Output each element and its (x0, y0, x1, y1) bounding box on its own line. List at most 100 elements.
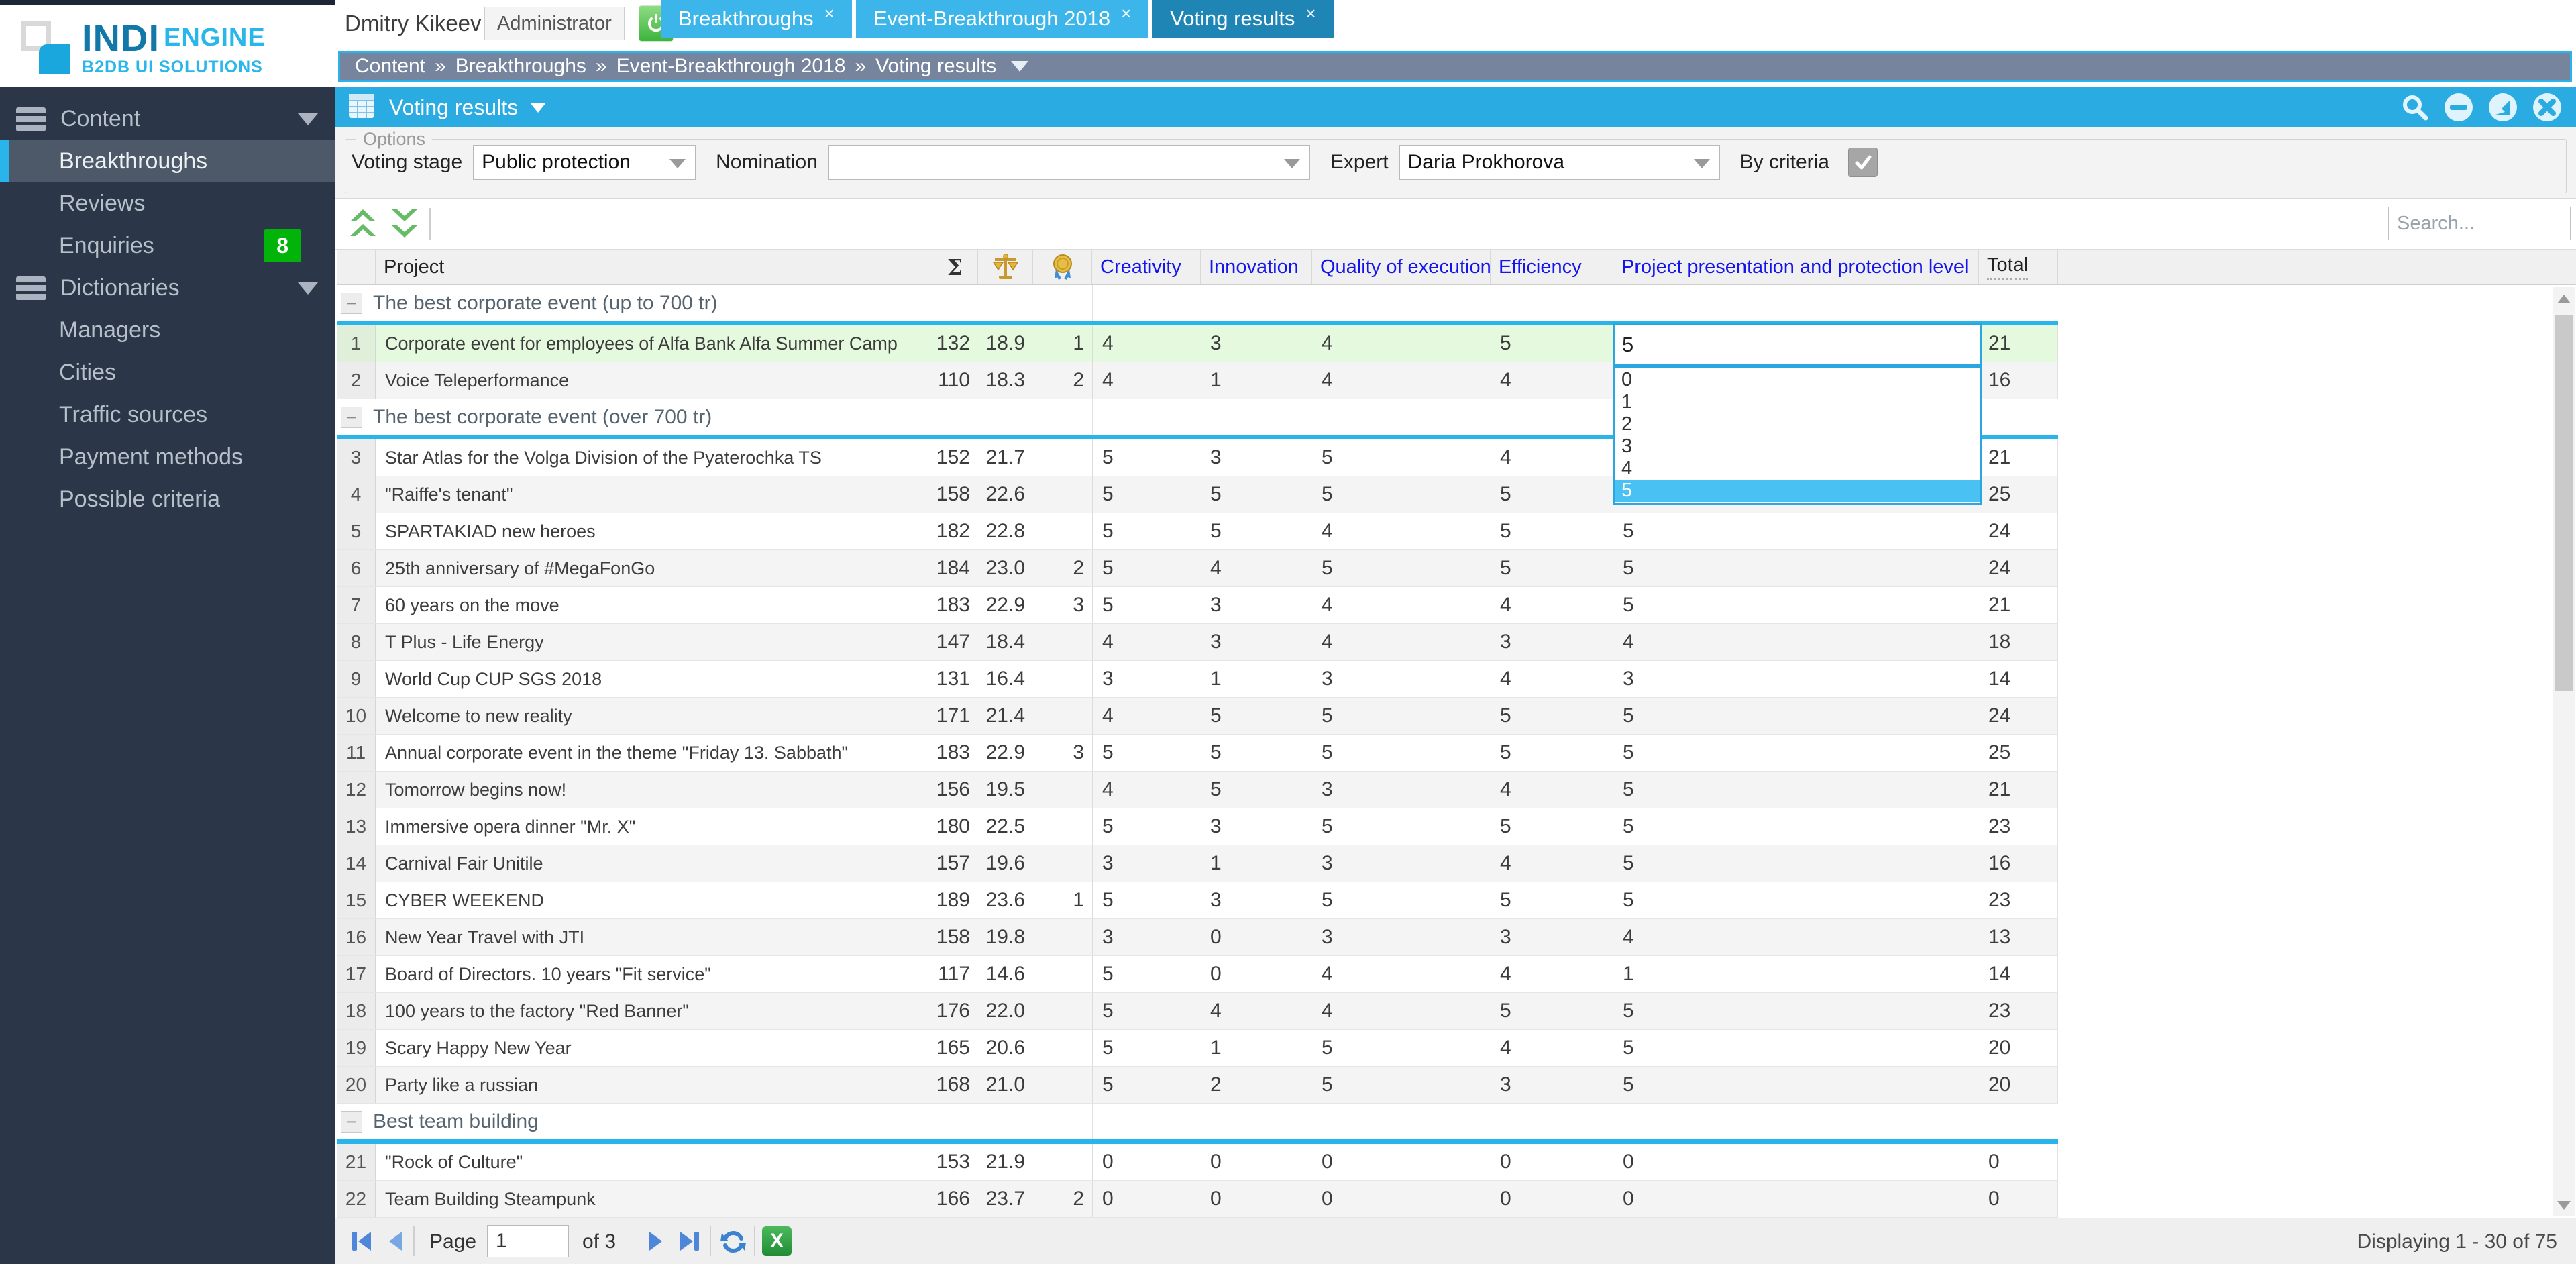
table-row[interactable]: 5 SPARTAKIAD new heroes 182 22.8 5 5 4 5 5 24 (337, 513, 2058, 550)
table-row[interactable]: 11 Annual corporate event in the theme "F… (337, 735, 2058, 772)
score-cell-efficiency[interactable]: 5 (1491, 550, 1613, 586)
sidebar-item-reviews[interactable]: Reviews (0, 182, 335, 225)
breadcrumb-item[interactable]: Breakthroughs (455, 55, 586, 78)
score-cell-quality[interactable]: 5 (1312, 439, 1491, 476)
score-cell-presentation[interactable]: 5 (1613, 882, 1979, 918)
sidebar-item-cities[interactable]: Cities (0, 352, 335, 394)
scroll-up-icon[interactable] (2553, 287, 2575, 310)
score-cell-creativity[interactable]: 5 (1092, 993, 1201, 1029)
table-row[interactable]: 17 Board of Directors. 10 years "Fit serv… (337, 956, 2058, 993)
score-cell-efficiency[interactable]: 5 (1491, 993, 1613, 1029)
search-input[interactable] (2388, 207, 2571, 240)
score-cell-quality[interactable]: 4 (1312, 993, 1491, 1029)
dropdown-option[interactable]: 3 (1615, 435, 1980, 458)
score-cell-creativity[interactable]: 5 (1092, 1067, 1201, 1103)
close-tab-icon[interactable]: × (1305, 5, 1316, 22)
score-cell-efficiency[interactable]: 4 (1491, 845, 1613, 882)
close-tab-icon[interactable]: × (1121, 5, 1131, 22)
score-cell-innovation[interactable]: 3 (1201, 624, 1312, 660)
score-cell-innovation[interactable]: 1 (1201, 362, 1312, 399)
sidebar-item-content[interactable]: Content (0, 98, 335, 140)
vertical-scrollbar[interactable] (2553, 287, 2575, 1216)
score-editor-input[interactable] (1613, 323, 1982, 366)
score-cell-efficiency[interactable]: 5 (1491, 882, 1613, 918)
score-cell-innovation[interactable]: 3 (1201, 439, 1312, 476)
score-cell-creativity[interactable]: 3 (1092, 661, 1201, 697)
score-cell-efficiency[interactable]: 3 (1491, 919, 1613, 955)
score-cell-quality[interactable]: 5 (1312, 735, 1491, 771)
score-cell-creativity[interactable]: 5 (1092, 735, 1201, 771)
dropdown-option[interactable]: 1 (1615, 391, 1980, 413)
tab-event-breakthrough-2018[interactable]: Event-Breakthrough 2018 × (855, 0, 1149, 38)
score-cell-efficiency[interactable]: 5 (1491, 476, 1613, 513)
score-cell-quality[interactable]: 3 (1312, 772, 1491, 808)
score-cell-efficiency[interactable]: 5 (1491, 808, 1613, 845)
weight-header[interactable] (978, 250, 1033, 284)
score-cell-presentation[interactable]: 5 (1613, 808, 1979, 845)
score-cell-quality[interactable]: 5 (1312, 698, 1491, 734)
score-cell-quality[interactable]: 5 (1312, 882, 1491, 918)
table-row[interactable]: 21 "Rock of Culture" 153 21.9 0 0 0 0 0 0 (337, 1144, 2058, 1181)
score-cell-innovation[interactable]: 3 (1201, 808, 1312, 845)
score-cell-presentation[interactable]: 5 (1613, 513, 1979, 549)
score-cell-innovation[interactable]: 5 (1201, 735, 1312, 771)
score-cell-innovation[interactable]: 4 (1201, 993, 1312, 1029)
score-cell-innovation[interactable]: 3 (1201, 587, 1312, 623)
criteria-header-quality[interactable]: Quality of execution (1312, 250, 1491, 284)
table-row[interactable]: 15 CYBER WEEKEND 189 23.6 1 5 3 5 5 5 23 (337, 882, 2058, 919)
sidebar-item-payment-methods[interactable]: Payment methods (0, 436, 335, 478)
score-cell-innovation[interactable]: 3 (1201, 882, 1312, 918)
score-cell-presentation[interactable]: 5 (1613, 735, 1979, 771)
score-cell-efficiency[interactable]: 4 (1491, 587, 1613, 623)
breadcrumb-item[interactable]: Event-Breakthrough 2018 (616, 55, 846, 78)
score-cell-innovation[interactable]: 0 (1201, 956, 1312, 992)
medal-header[interactable] (1033, 250, 1092, 284)
group-header-row[interactable]: − Best team building (337, 1104, 2058, 1144)
score-cell-presentation[interactable]: 5 (1613, 993, 1979, 1029)
table-row[interactable]: 16 New Year Travel with JTI 158 19.8 3 0 3 3 4 13 (337, 919, 2058, 956)
score-cell-innovation[interactable]: 0 (1201, 1144, 1312, 1180)
table-row[interactable]: 18 100 years to the factory "Red Banner" 1… (337, 993, 2058, 1030)
tab-breakthroughs[interactable]: Breakthroughs × (661, 0, 852, 38)
score-cell-presentation[interactable]: 0 (1613, 1144, 1979, 1180)
tab-voting-results[interactable]: Voting results × (1152, 0, 1334, 38)
table-row[interactable]: 13 Immersive opera dinner "Mr. X" 180 22.5 5… (337, 808, 2058, 845)
score-cell-efficiency[interactable]: 4 (1491, 362, 1613, 399)
breadcrumb[interactable]: Content » Breakthroughs » Event-Breakthrough… (338, 51, 2572, 82)
score-cell-creativity[interactable]: 4 (1092, 624, 1201, 660)
close-panel-icon[interactable] (2532, 92, 2563, 123)
table-row[interactable]: 20 Party like a russian 168 21.0 5 2 5 3 5 20 (337, 1067, 2058, 1104)
dropdown-option[interactable]: 4 (1615, 458, 1980, 480)
group-header-row[interactable]: − The best corporate event (up to 700 tr) (337, 285, 2058, 325)
score-cell-quality[interactable]: 4 (1312, 513, 1491, 549)
score-cell-innovation[interactable]: 1 (1201, 661, 1312, 697)
table-row[interactable]: 8T Plus - Life Energy 147 18.4 4 3 4 3 4 18 (337, 624, 2058, 661)
score-cell-efficiency[interactable]: 4 (1491, 661, 1613, 697)
collapse-panel-icon[interactable] (2443, 92, 2474, 123)
score-cell-creativity[interactable]: 4 (1092, 325, 1201, 362)
sidebar-item-traffic-sources[interactable]: Traffic sources (0, 394, 335, 436)
score-cell-creativity[interactable]: 3 (1092, 919, 1201, 955)
score-cell-creativity[interactable]: 0 (1092, 1144, 1201, 1180)
table-row[interactable]: 9 World Cup CUP SGS 2018 131 16.4 3 1 3 4 3 14 (337, 661, 2058, 698)
score-cell-quality[interactable]: 3 (1312, 919, 1491, 955)
score-cell-efficiency[interactable]: 4 (1491, 772, 1613, 808)
by-criteria-checkbox[interactable] (1847, 148, 1878, 177)
score-cell-quality[interactable]: 5 (1312, 1067, 1491, 1103)
score-cell-creativity[interactable]: 5 (1092, 513, 1201, 549)
table-row[interactable]: 14 Carnival Fair Unitile 157 19.6 3 1 3 4 5 16 (337, 845, 2058, 882)
prev-page-icon[interactable] (382, 1228, 409, 1255)
score-cell-innovation[interactable]: 0 (1201, 919, 1312, 955)
sidebar-item-dictionaries[interactable]: Dictionaries (0, 267, 335, 309)
score-cell-quality[interactable]: 5 (1312, 1030, 1491, 1066)
score-cell-efficiency[interactable]: 3 (1491, 624, 1613, 660)
row-number-header[interactable] (337, 250, 376, 284)
score-cell-quality[interactable]: 4 (1312, 624, 1491, 660)
criteria-header-innovation[interactable]: Innovation (1201, 250, 1312, 284)
score-cell-quality[interactable]: 4 (1312, 956, 1491, 992)
score-cell-efficiency[interactable]: 5 (1491, 698, 1613, 734)
score-cell-innovation[interactable]: 5 (1201, 476, 1312, 513)
export-excel-icon[interactable]: X (762, 1226, 792, 1256)
score-cell-creativity[interactable]: 5 (1092, 882, 1201, 918)
score-cell-efficiency[interactable]: 5 (1491, 325, 1613, 362)
